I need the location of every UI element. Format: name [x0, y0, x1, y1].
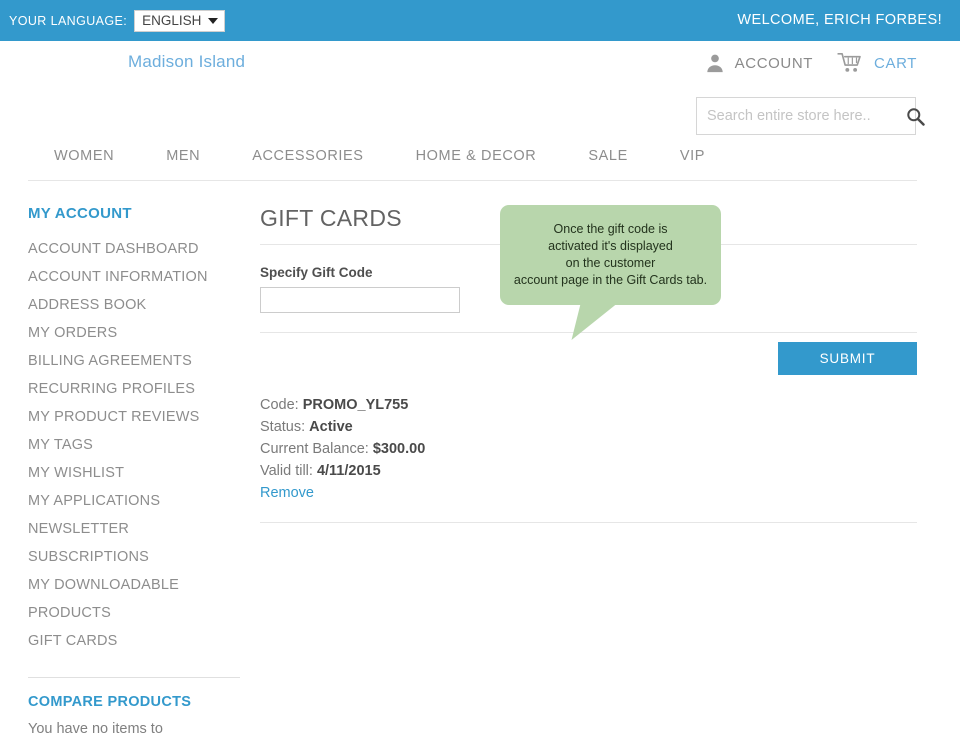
- sidebar-item-billing-agreements[interactable]: BILLING AGREEMENTS: [28, 347, 240, 375]
- account-link[interactable]: ACCOUNT: [704, 52, 813, 74]
- shopping-cart-icon: [837, 53, 861, 72]
- compare-products-title[interactable]: COMPARE PRODUCTS: [28, 694, 240, 710]
- chevron-down-icon: [208, 17, 219, 24]
- search-button[interactable]: [900, 98, 931, 134]
- gift-card-details: Code: PROMO_YL755 Status: Active Current…: [260, 394, 917, 504]
- gift-card-status-row: Status: Active: [260, 416, 917, 438]
- sidebar-item-newsletter-subscriptions[interactable]: NEWSLETTER SUBSCRIPTIONS: [28, 515, 240, 571]
- sidebar-divider: [28, 677, 240, 678]
- submit-button[interactable]: SUBMIT: [778, 342, 917, 375]
- language-select-value: ENGLISH: [142, 13, 202, 28]
- sidebar-title-my-account[interactable]: MY ACCOUNT: [28, 205, 240, 222]
- cart-link-label: CART: [874, 54, 917, 72]
- gift-card-code-value: PROMO_YL755: [302, 397, 409, 413]
- compare-products-empty-text: You have no items to: [28, 721, 163, 737]
- sidebar-item-my-applications[interactable]: MY APPLICATIONS: [28, 487, 240, 515]
- submit-row: SUBMIT: [260, 342, 917, 375]
- sidebar-item-gift-cards[interactable]: GIFT CARDS: [28, 627, 240, 655]
- sidebar-item-my-wishlist[interactable]: MY WISHLIST: [28, 459, 240, 487]
- language-select[interactable]: ENGLISH: [134, 9, 226, 32]
- person-icon: [706, 54, 723, 73]
- gift-card-valid-label: Valid till:: [260, 463, 313, 479]
- utility-links: ACCOUNT CART: [704, 52, 917, 74]
- tooltip-line-4: account page in the Gift Cards tab.: [513, 273, 708, 287]
- nav-item-men[interactable]: MEN: [140, 148, 226, 164]
- sidebar-item-address-book[interactable]: ADDRESS BOOK: [28, 291, 240, 319]
- search-input[interactable]: [697, 98, 900, 134]
- welcome-message: WELCOME, ERICH FORBES!: [737, 12, 942, 28]
- gift-card-balance-value: $300.00: [372, 441, 426, 457]
- sidebar-item-recurring-profiles[interactable]: RECURRING PROFILES: [28, 375, 240, 403]
- nav-item-women[interactable]: WOMEN: [28, 148, 140, 164]
- sidebar-item-account-dashboard[interactable]: ACCOUNT DASHBOARD: [28, 235, 240, 263]
- cart-link[interactable]: CART: [837, 52, 917, 74]
- tooltip-text: Once the gift code is activated it's dis…: [514, 221, 707, 289]
- sidebar-item-my-downloadable-products[interactable]: MY DOWNLOADABLE PRODUCTS: [28, 571, 240, 627]
- gift-card-code-label: Code:: [260, 397, 299, 413]
- search-icon: [907, 107, 925, 126]
- language-label: YOUR LANGUAGE:: [9, 13, 128, 28]
- search-box[interactable]: [696, 97, 925, 135]
- gift-card-status-value: Active: [309, 419, 353, 435]
- gift-card-tooltip: Once the gift code is activated it's dis…: [500, 205, 721, 340]
- gift-card-balance-row: Current Balance: $300.00: [260, 438, 917, 460]
- details-divider: [260, 522, 917, 523]
- sidebar-item-my-tags[interactable]: MY TAGS: [28, 431, 240, 459]
- sidebar-item-my-product-reviews[interactable]: MY PRODUCT REVIEWS: [28, 403, 240, 431]
- nav-item-sale[interactable]: SALE: [562, 148, 653, 164]
- tooltip-line-2: activated it's displayed: [548, 239, 673, 253]
- sidebar-item-account-information[interactable]: ACCOUNT INFORMATION: [28, 263, 240, 291]
- site-logo[interactable]: Madison Island: [128, 52, 245, 72]
- tooltip-line-3: on the customer: [565, 256, 656, 270]
- tooltip-line-1: Once the gift code is: [553, 222, 668, 236]
- nav-item-home-decor[interactable]: HOME & DECOR: [390, 148, 563, 164]
- sidebar-item-my-orders[interactable]: MY ORDERS: [28, 319, 240, 347]
- nav-item-accessories[interactable]: ACCESSORIES: [226, 148, 389, 164]
- nav-item-vip[interactable]: VIP: [654, 148, 731, 164]
- account-sidebar: MY ACCOUNT ACCOUNT DASHBOARD ACCOUNT INF…: [28, 205, 240, 740]
- gift-code-input[interactable]: [260, 287, 460, 313]
- gift-card-code-row: Code: PROMO_YL755: [260, 394, 917, 416]
- gift-card-balance-label: Current Balance:: [260, 441, 369, 457]
- gift-card-valid-value: 4/11/2015: [316, 463, 381, 479]
- gift-card-status-label: Status:: [260, 419, 306, 435]
- remove-gift-card-link[interactable]: Remove: [260, 485, 314, 501]
- language-bar: YOUR LANGUAGE: ENGLISH WELCOME, ERICH FO…: [0, 0, 960, 41]
- account-link-label: ACCOUNT: [734, 54, 814, 72]
- gift-card-valid-row: Valid till: 4/11/2015: [260, 460, 917, 482]
- main-navigation: WOMEN MEN ACCESSORIES HOME & DECOR SALE …: [28, 148, 917, 181]
